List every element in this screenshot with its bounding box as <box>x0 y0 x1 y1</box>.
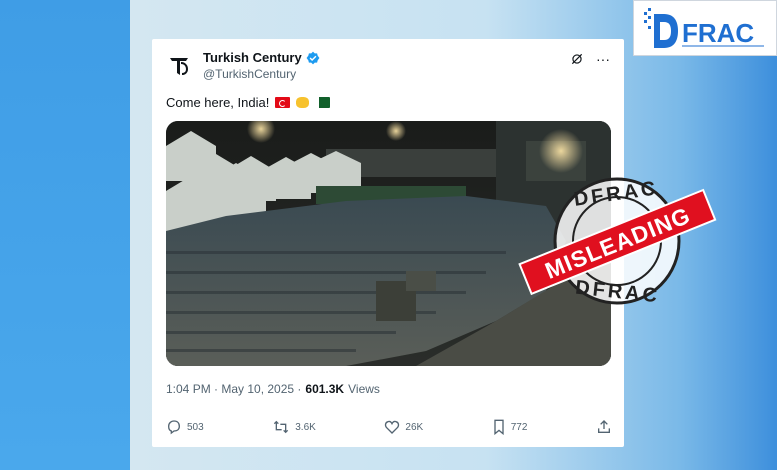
grok-icon[interactable] <box>570 52 584 66</box>
tweet-top-icons: ··· <box>570 51 610 67</box>
bookmark-button[interactable]: 772 <box>492 419 528 435</box>
views-count: 601.3K <box>305 382 345 396</box>
share-icon <box>598 420 610 433</box>
dfrac-logo: FRAC <box>633 0 777 56</box>
left-background-strip <box>0 0 130 470</box>
misleading-stamp: DFRAC DFRAC MISLEADING <box>518 177 717 307</box>
like-count: 26K <box>405 421 424 433</box>
bookmark-icon <box>494 419 504 435</box>
verified-badge-icon <box>306 51 320 64</box>
logo-text: FRAC <box>682 18 754 48</box>
handshake-icon <box>296 97 310 108</box>
bookmark-count: 772 <box>510 421 528 433</box>
tweet-text-row: Come here, India! <box>166 95 331 110</box>
like-button[interactable]: 26K <box>384 419 423 435</box>
views-label: Views <box>348 382 380 396</box>
tweet-timestamp[interactable]: 1:04 PM · May 10, 2025 · <box>166 382 301 396</box>
repost-button[interactable]: 3.6K <box>272 419 316 435</box>
reply-icon <box>167 420 181 435</box>
avatar[interactable] <box>166 53 192 79</box>
heart-icon <box>385 420 400 434</box>
author-name[interactable]: Turkish Century <box>203 50 302 65</box>
share-button[interactable] <box>596 419 612 435</box>
reply-count: 503 <box>187 421 204 433</box>
flag-pakistan-icon <box>315 97 331 108</box>
tweet-actions: 503 3.6K 26K 772 <box>166 419 612 435</box>
tweet-meta: 1:04 PM · May 10, 2025 · 601.3K Views <box>166 382 380 396</box>
reply-button[interactable]: 503 <box>166 419 204 435</box>
author-handle[interactable]: @TurkishCentury <box>203 67 296 81</box>
repost-count: 3.6K <box>295 421 316 433</box>
repost-icon <box>274 420 289 434</box>
author-row: Turkish Century <box>203 50 320 65</box>
flag-turkey-icon <box>275 97 291 108</box>
tweet-text: Come here, India! <box>166 95 270 110</box>
more-options-icon[interactable]: ··· <box>596 51 610 67</box>
turkish-century-logo-icon <box>170 58 189 75</box>
dfrac-logo-mark: FRAC <box>644 8 764 48</box>
